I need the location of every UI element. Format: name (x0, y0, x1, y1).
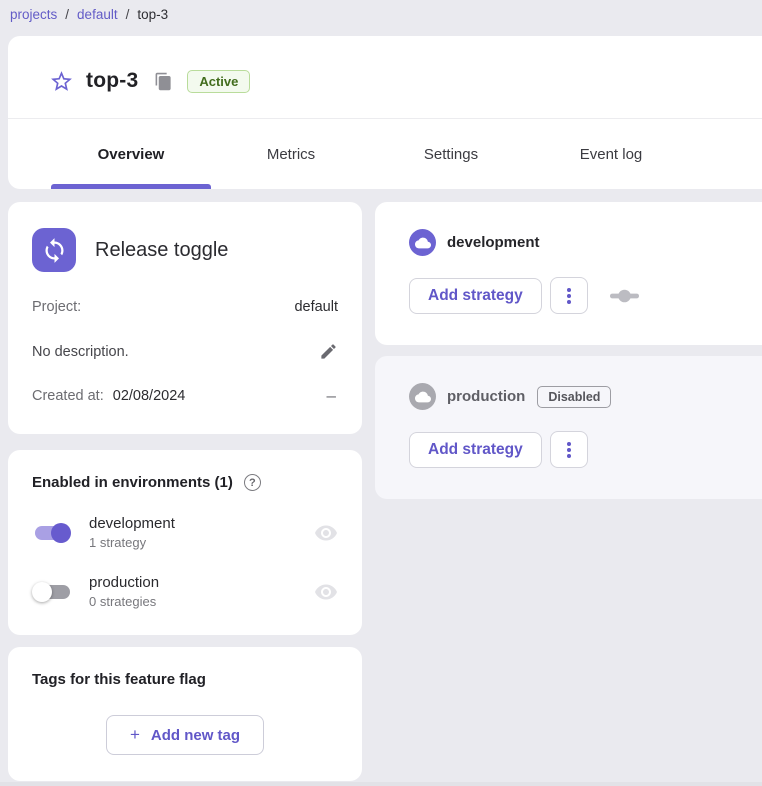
production-environment-icon (409, 383, 436, 410)
panel-environment-name: production (447, 388, 525, 405)
cloud-icon (415, 389, 431, 405)
feature-title-row: top-3 Active (8, 36, 762, 118)
visibility-button[interactable] (314, 580, 338, 604)
panel-header: production Disabled (409, 383, 762, 410)
add-new-tag-button[interactable]: + Add new tag (106, 715, 264, 755)
panel-actions: Add strategy (409, 431, 762, 468)
created-row: Created at: 02/08/2024 – (32, 388, 338, 404)
strategy-count: 0 strategies (89, 594, 314, 609)
add-strategy-button[interactable]: Add strategy (409, 278, 542, 314)
development-toggle[interactable] (32, 521, 73, 545)
tab-bar: Overview Metrics Settings Event log (8, 118, 762, 189)
add-strategy-button[interactable]: Add strategy (409, 432, 542, 468)
edit-description-button[interactable] (319, 342, 338, 361)
environment-row-development: development 1 strategy (32, 515, 338, 550)
next-section-edge (0, 782, 762, 786)
more-strategies-button[interactable] (550, 277, 588, 314)
tags-title: Tags for this feature flag (32, 671, 338, 688)
description-row: No description. (32, 342, 338, 361)
kebab-menu-icon (567, 294, 571, 298)
strategy-count: 1 strategy (89, 535, 314, 550)
tab-event-log[interactable]: Event log (531, 119, 691, 189)
project-label: Project: (32, 299, 81, 315)
add-new-tag-label: Add new tag (151, 727, 240, 744)
panel-header: development (409, 229, 762, 256)
page-title: top-3 (86, 69, 138, 93)
environments-title: Enabled in environments (1) (32, 474, 233, 491)
star-icon (49, 69, 74, 94)
panel-environment-name: development (447, 234, 540, 251)
eye-icon (314, 580, 338, 604)
lifecycle-indicator-icon (609, 289, 640, 303)
breadcrumb-separator: / (126, 7, 130, 22)
project-value: default (294, 299, 338, 315)
pencil-icon (319, 342, 338, 361)
environment-name: development (89, 515, 314, 532)
disabled-badge: Disabled (537, 386, 611, 408)
flag-details-card: Release toggle Project: default No descr… (8, 202, 362, 434)
toggle-thumb (32, 582, 52, 602)
right-column: development Add strategy (375, 202, 762, 499)
environment-row-production: production 0 strategies (32, 574, 338, 609)
status-badge: Active (187, 70, 250, 93)
cloud-icon (415, 235, 431, 251)
tab-metrics[interactable]: Metrics (211, 119, 371, 189)
development-environment-icon (409, 229, 436, 256)
feature-header-card: top-3 Active Overview Metrics Settings E… (8, 36, 762, 189)
kebab-menu-icon (567, 448, 571, 452)
environment-panel-production: production Disabled Add strategy (375, 356, 762, 499)
tab-overview[interactable]: Overview (51, 119, 211, 189)
favorite-button[interactable] (48, 68, 74, 94)
created-label: Created at: (32, 388, 104, 404)
enabled-environments-card: Enabled in environments (1) ? developmen… (8, 450, 362, 635)
created-value: 02/08/2024 (113, 388, 186, 404)
breadcrumb-current: top-3 (137, 7, 168, 22)
flag-type-row: Release toggle (32, 228, 338, 272)
flag-type-label: Release toggle (95, 239, 228, 262)
breadcrumb: projects / default / top-3 (0, 0, 762, 24)
loop-icon (41, 237, 68, 264)
collapse-details-button[interactable]: – (325, 391, 338, 401)
copy-name-button[interactable] (153, 71, 173, 91)
tab-label: Overview (98, 146, 165, 163)
breadcrumb-projects[interactable]: projects (10, 7, 57, 22)
left-column: Release toggle Project: default No descr… (8, 202, 362, 781)
created-at: Created at: 02/08/2024 (32, 388, 185, 404)
panel-actions: Add strategy (409, 277, 762, 314)
project-row: Project: default (32, 299, 338, 315)
environment-panel-development: development Add strategy (375, 202, 762, 345)
breadcrumb-default[interactable]: default (77, 7, 118, 22)
tab-label: Event log (580, 146, 643, 163)
more-strategies-button[interactable] (550, 431, 588, 468)
tab-label: Settings (424, 146, 478, 163)
plus-icon: + (130, 725, 140, 745)
help-icon[interactable]: ? (244, 474, 261, 491)
breadcrumb-separator: / (65, 7, 69, 22)
environments-header: Enabled in environments (1) ? (32, 474, 338, 491)
tags-card: Tags for this feature flag + Add new tag (8, 647, 362, 781)
toggle-thumb (51, 523, 71, 543)
release-toggle-icon (32, 228, 76, 272)
copy-icon (154, 72, 173, 91)
environment-name: production (89, 574, 314, 591)
description-text: No description. (32, 344, 129, 360)
environment-info: development 1 strategy (89, 515, 314, 550)
visibility-button[interactable] (314, 521, 338, 545)
overview-content: Release toggle Project: default No descr… (8, 202, 762, 781)
production-toggle[interactable] (32, 580, 73, 604)
eye-icon (314, 521, 338, 545)
environment-info: production 0 strategies (89, 574, 314, 609)
tab-settings[interactable]: Settings (371, 119, 531, 189)
tab-label: Metrics (267, 146, 315, 163)
